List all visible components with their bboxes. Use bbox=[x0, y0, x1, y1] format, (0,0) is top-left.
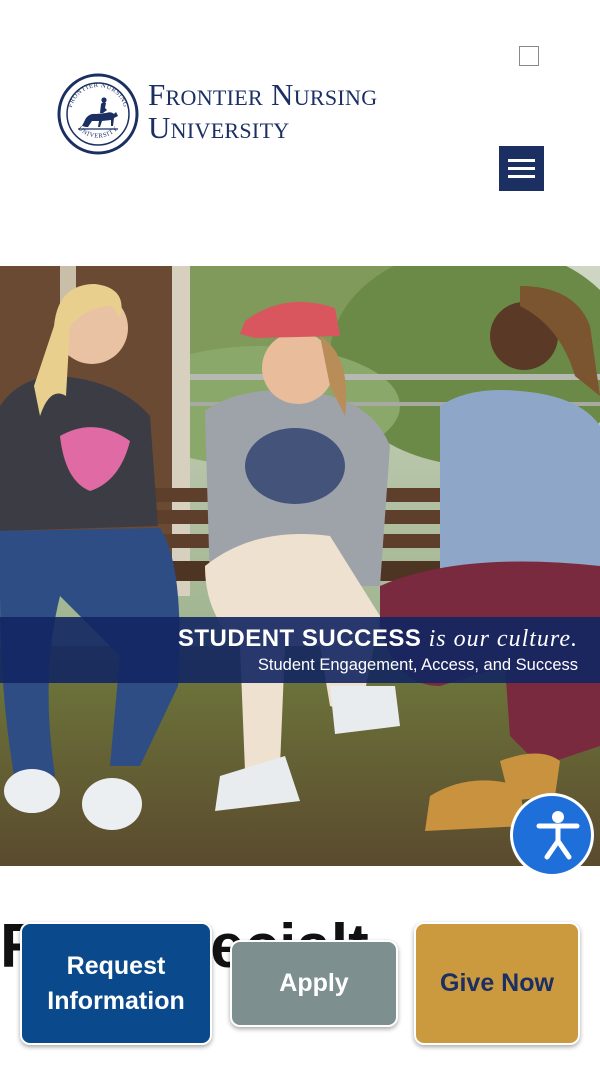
hamburger-menu-button[interactable] bbox=[499, 146, 544, 191]
university-name: Frontier Nursing University bbox=[148, 78, 377, 144]
frontier-nursing-seal-icon: FRONTIER NURSING UNIVERSITY bbox=[57, 73, 139, 155]
hamburger-menu-icon bbox=[508, 159, 535, 162]
give-now-button[interactable]: Give Now bbox=[414, 922, 580, 1045]
request-information-button[interactable]: Request Information bbox=[20, 922, 212, 1045]
hero-photo: STUDENT SUCCESS is our culture. Student … bbox=[0, 266, 600, 866]
accessibility-person-icon bbox=[536, 811, 580, 860]
apply-button[interactable]: Apply bbox=[230, 940, 398, 1027]
brand-line-2: University bbox=[148, 110, 290, 145]
hero-photo-illustration bbox=[0, 266, 600, 866]
banner-italic-text: is our culture. bbox=[428, 626, 578, 652]
accessibility-button[interactable] bbox=[510, 793, 594, 877]
site-header: FRONTIER NURSING UNIVERSITY Frontier Nur… bbox=[0, 0, 600, 266]
banner-subtitle: Student Engagement, Access, and Success bbox=[257, 656, 578, 674]
banner-strong-text: STUDENT SUCCESS bbox=[177, 625, 422, 652]
checkbox[interactable] bbox=[519, 46, 539, 66]
brand-line-1: Frontier Nursing bbox=[148, 77, 378, 112]
student-success-banner: STUDENT SUCCESS is our culture. Student … bbox=[0, 617, 600, 683]
university-logo[interactable]: FRONTIER NURSING UNIVERSITY Frontier Nur… bbox=[56, 72, 466, 158]
